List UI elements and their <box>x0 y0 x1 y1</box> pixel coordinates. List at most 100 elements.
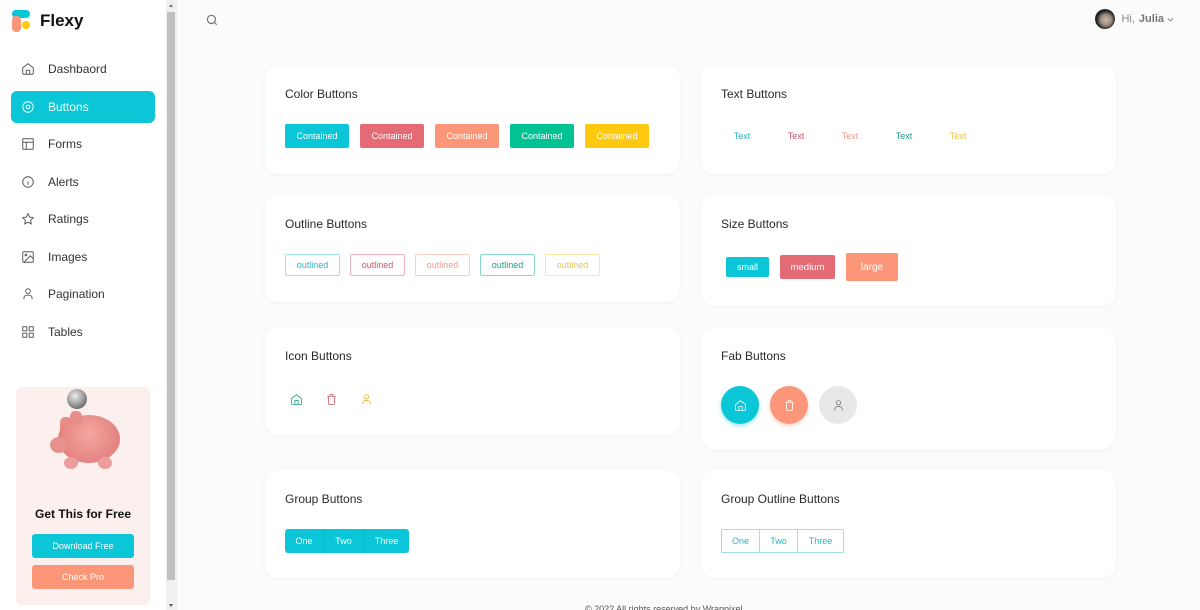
search-icon[interactable] <box>205 13 219 27</box>
trash-icon-button[interactable] <box>319 387 343 411</box>
app-name: Flexy <box>40 11 84 30</box>
user-menu[interactable]: Hi, Julia <box>1095 9 1175 29</box>
card-title: Outline Buttons <box>285 217 368 231</box>
contained-danger-button[interactable]: Contained <box>360 124 424 148</box>
trash-icon <box>326 393 336 405</box>
sidebar-item-label: Tables <box>48 324 83 339</box>
outlined-success-button[interactable]: outlined <box>480 254 535 276</box>
contained-salmon-button[interactable]: Contained <box>435 124 499 148</box>
scrollbar-thumb[interactable] <box>167 12 175 580</box>
group-outline-button-two[interactable]: Two <box>760 530 798 552</box>
contained-success-button[interactable]: Contained <box>510 124 574 148</box>
sidebar-item-label: Dashbaord <box>48 62 107 76</box>
piggy-bank-image <box>50 409 122 469</box>
text-danger-button[interactable]: Text <box>769 126 823 146</box>
sidebar-item-label: Ratings <box>48 212 89 226</box>
sidebar-item-alerts[interactable]: Alerts <box>11 166 155 198</box>
contained-warning-button[interactable]: Contained <box>585 124 649 148</box>
sidebar-item-label: Pagination <box>48 287 105 301</box>
greeting: Hi, <box>1121 13 1135 25</box>
info-icon <box>22 175 34 188</box>
grid-icon <box>22 325 34 338</box>
outlined-salmon-button[interactable]: outlined <box>415 254 470 276</box>
sidebar-item-ratings[interactable]: Ratings <box>11 203 155 235</box>
text-success-button[interactable]: Text <box>877 126 931 146</box>
home-icon <box>22 63 34 75</box>
outline-button-group: One Two Three <box>721 529 844 553</box>
button-group: One Two Three <box>285 529 409 553</box>
check-pro-button[interactable]: Check Pro <box>32 565 134 589</box>
sidebar-scrollbar[interactable] <box>166 0 177 610</box>
footer-text: © 2022 All rights reserved by Wrappixel <box>585 604 743 610</box>
color-buttons-card: Color Buttons Contained Contained Contai… <box>265 65 680 174</box>
promo-card: Get This for Free Download Free Check Pr… <box>16 387 150 605</box>
user-icon <box>23 288 33 300</box>
promo-title: Get This for Free <box>34 507 132 521</box>
home-icon-button[interactable] <box>284 387 308 411</box>
group-outline-button-three[interactable]: Three <box>798 530 843 552</box>
home-fab-button[interactable] <box>721 386 759 424</box>
sidebar: Flexy Dashbaord Buttons Forms Alerts Rat… <box>0 0 166 610</box>
trash-icon <box>784 399 794 411</box>
logo[interactable]: Flexy <box>12 10 83 32</box>
card-title: Size Buttons <box>721 217 789 231</box>
text-buttons-card: Text Buttons Text Text Text Text Text <box>701 65 1116 174</box>
coin-image <box>67 389 87 409</box>
sidebar-item-pagination[interactable]: Pagination <box>11 278 155 310</box>
sidebar-item-buttons[interactable]: Buttons <box>11 90 155 123</box>
avatar <box>1095 9 1116 29</box>
sidebar-item-label: Images <box>48 249 88 264</box>
download-free-button[interactable]: Download Free <box>32 534 134 558</box>
user-fab-button[interactable] <box>819 386 857 424</box>
text-salmon-button[interactable]: Text <box>823 126 877 146</box>
text-warning-button[interactable]: Text <box>931 126 985 146</box>
star-icon <box>21 212 35 225</box>
sidebar-item-label: Buttons <box>48 99 89 114</box>
medium-button[interactable]: medium <box>780 255 835 279</box>
sidebar-item-label: Alerts <box>48 174 79 189</box>
card-title: Color Buttons <box>285 87 358 101</box>
home-icon <box>734 399 746 411</box>
trash-fab-button[interactable] <box>770 386 808 424</box>
card-title: Icon Buttons <box>285 349 352 363</box>
outlined-primary-button[interactable]: outlined <box>285 254 340 276</box>
group-outline-button-one[interactable]: One <box>722 530 760 552</box>
user-icon-button[interactable] <box>354 387 378 411</box>
sidebar-nav: Dashbaord Buttons Forms Alerts Ratings I… <box>11 53 155 353</box>
large-button[interactable]: large <box>846 253 898 281</box>
sidebar-item-label: Forms <box>48 137 82 151</box>
logo-icon <box>12 10 32 32</box>
user-name: Julia <box>1138 13 1164 25</box>
image-icon <box>22 250 34 263</box>
sidebar-item-dashboard[interactable]: Dashbaord <box>11 53 155 85</box>
layout-icon <box>22 138 34 150</box>
sidebar-item-forms[interactable]: Forms <box>11 128 155 160</box>
group-buttons-card: Group Buttons One Two Three <box>265 470 680 578</box>
sidebar-item-tables[interactable]: Tables <box>11 316 155 348</box>
card-title: Group Buttons <box>285 492 363 506</box>
user-icon <box>833 399 843 410</box>
chevron-down-icon <box>1167 17 1174 22</box>
group-button-three[interactable]: Three <box>364 529 409 553</box>
contained-primary-button[interactable]: Contained <box>285 124 349 148</box>
scroll-up-arrow-icon[interactable] <box>169 4 173 7</box>
card-title: Text Buttons <box>721 87 788 101</box>
scroll-down-arrow-icon[interactable] <box>169 604 173 607</box>
fab-buttons-card: Fab Buttons <box>701 327 1116 449</box>
outlined-warning-button[interactable]: outlined <box>545 254 600 276</box>
outline-buttons-card: Outline Buttons outlined outlined outlin… <box>265 195 680 302</box>
group-outline-buttons-card: Group Outline Buttons One Two Three <box>701 470 1116 578</box>
text-primary-button[interactable]: Text <box>715 126 769 146</box>
small-button[interactable]: small <box>726 257 769 277</box>
group-button-one[interactable]: One <box>285 529 324 553</box>
user-icon <box>361 393 371 404</box>
radio-circle-icon <box>22 100 34 113</box>
size-buttons-card: Size Buttons small medium large <box>701 195 1116 306</box>
outlined-danger-button[interactable]: outlined <box>350 254 405 276</box>
home-icon <box>290 393 302 405</box>
icon-buttons-card: Icon Buttons <box>265 327 680 435</box>
group-button-two[interactable]: Two <box>324 529 364 553</box>
card-title: Group Outline Buttons <box>721 492 840 506</box>
card-title: Fab Buttons <box>721 349 786 363</box>
sidebar-item-images[interactable]: Images <box>11 241 155 273</box>
